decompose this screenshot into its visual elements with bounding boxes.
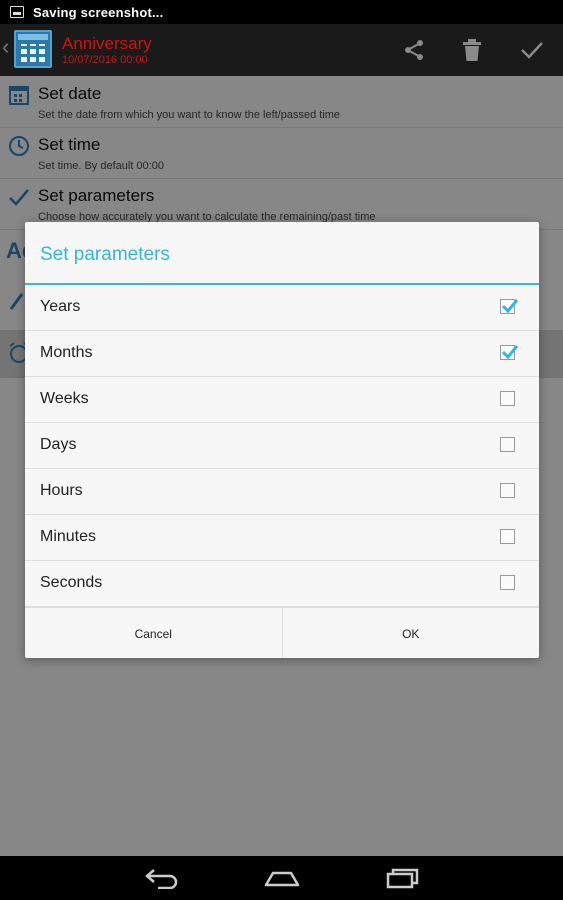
option-label: Seconds — [40, 574, 103, 591]
recent-apps-icon — [386, 868, 419, 889]
screenshot-icon — [10, 6, 24, 18]
dialog-button-bar: Cancel OK — [25, 607, 539, 658]
checkmark-icon — [501, 345, 519, 360]
event-datetime: 10/07/2016 00:00 — [62, 54, 148, 66]
option-weeks[interactable]: Weeks — [25, 377, 539, 423]
option-seconds[interactable]: Seconds — [25, 561, 539, 607]
option-label: Minutes — [40, 528, 97, 545]
dialog-title: Set parameters — [40, 244, 170, 265]
ok-button[interactable]: OK — [283, 608, 540, 658]
home-button[interactable] — [260, 864, 304, 892]
option-checkbox[interactable] — [500, 299, 519, 314]
back-button[interactable] — [140, 864, 184, 892]
option-checkbox[interactable] — [500, 529, 515, 544]
option-checkbox[interactable] — [500, 575, 515, 590]
event-title: Anniversary — [62, 34, 152, 53]
home-icon — [264, 871, 300, 887]
done-button[interactable] — [516, 34, 548, 66]
option-checkbox[interactable] — [500, 483, 515, 498]
navigation-bar — [0, 856, 563, 900]
option-label: Years — [40, 298, 81, 315]
option-months[interactable]: Months — [25, 331, 539, 377]
back-arrow-icon — [145, 869, 178, 889]
status-text: Saving screenshot... — [33, 4, 164, 20]
set-parameters-dialog: Set parameters Years Months Weeks Days H… — [25, 222, 539, 658]
share-icon — [405, 40, 423, 60]
checkmark-icon — [501, 299, 519, 314]
option-minutes[interactable]: Minutes — [25, 515, 539, 561]
cancel-button[interactable]: Cancel — [25, 608, 283, 658]
trash-icon — [463, 39, 481, 61]
option-label: Hours — [40, 482, 83, 499]
option-checkbox[interactable] — [500, 391, 515, 406]
calendar-app-icon[interactable] — [14, 30, 52, 68]
option-hours[interactable]: Hours — [25, 469, 539, 515]
option-label: Months — [40, 344, 93, 361]
back-chevron-icon[interactable]: ‹ — [2, 36, 9, 58]
check-icon — [521, 42, 543, 59]
option-checkbox[interactable] — [500, 437, 515, 452]
status-bar: Saving screenshot... — [0, 0, 563, 24]
option-years[interactable]: Years — [25, 285, 539, 331]
option-days[interactable]: Days — [25, 423, 539, 469]
option-checkbox[interactable] — [500, 345, 519, 360]
option-label: Days — [40, 436, 77, 453]
option-label: Weeks — [40, 390, 89, 407]
options-list: Years Months Weeks Days Hours Minutes Se… — [25, 285, 539, 607]
action-bar: ‹ Anniversary 10/07/2016 00:00 — [0, 24, 563, 76]
recent-apps-button[interactable] — [380, 864, 424, 892]
delete-button[interactable] — [456, 34, 488, 66]
share-button[interactable] — [398, 34, 430, 66]
